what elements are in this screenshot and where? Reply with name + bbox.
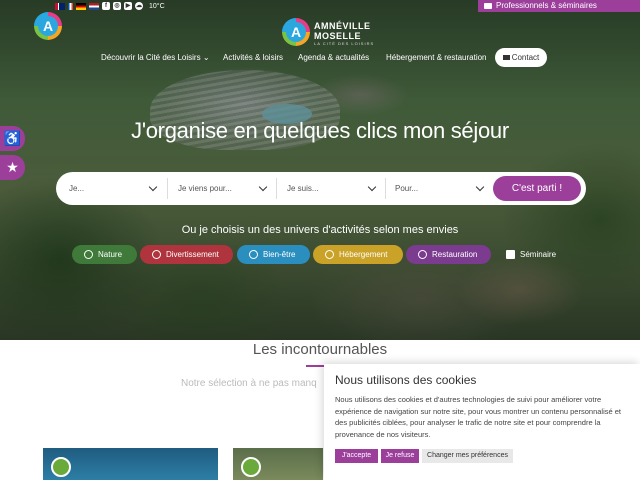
logo-tagline: LA CITÉ DES LOISIRS	[314, 41, 375, 46]
spa-icon	[249, 250, 258, 259]
nav-item-agenda[interactable]: Agenda & actualités	[298, 50, 369, 66]
cookie-accept-button[interactable]: J'accepte	[335, 449, 378, 463]
logo-mark-icon: A	[282, 18, 310, 46]
select-je-placeholder: Je...	[69, 184, 85, 193]
professionals-link[interactable]: Professionnels & séminaires	[478, 0, 640, 12]
select-je-viens-pour-placeholder: Je viens pour...	[178, 184, 232, 193]
section-subtitle: Notre sélection à ne pas manq	[181, 378, 317, 389]
category-label: Divertissement	[166, 250, 219, 259]
cookie-preferences-button[interactable]: Changer mes préférences	[422, 449, 513, 463]
chevron-down-icon	[475, 182, 485, 192]
trip-search-bar: Je... Je viens pour... Je suis... Pour..…	[56, 172, 586, 205]
select-je[interactable]: Je...	[69, 172, 158, 205]
select-je-suis-placeholder: Je suis...	[287, 184, 319, 193]
briefcase-icon	[484, 3, 492, 9]
contact-label: Contact	[511, 53, 540, 62]
highlight-card[interactable]	[43, 448, 218, 480]
leaf-icon	[84, 250, 93, 259]
logo-line1: AMNÉVILLE	[314, 21, 371, 31]
envelope-icon	[502, 55, 510, 60]
category-accommodation-button[interactable]: Hébergement	[313, 245, 403, 264]
top-bar: f ◎ ▶ ☁ 10°C Professionnels & séminaires	[0, 0, 640, 12]
cutlery-icon	[418, 250, 427, 259]
bed-icon	[325, 250, 334, 259]
chevron-down-icon	[148, 182, 158, 192]
select-je-viens-pour[interactable]: Je viens pour...	[178, 172, 268, 205]
hero-headline: J'organise en quelques clics mon séjour	[131, 118, 509, 143]
facebook-icon[interactable]: f	[102, 2, 110, 10]
divider	[167, 178, 168, 199]
select-pour[interactable]: Pour...	[395, 172, 485, 205]
weather-icon: ☁	[135, 2, 143, 10]
flag-fr-icon[interactable]	[68, 2, 73, 10]
category-wellness-button[interactable]: Bien-être	[237, 245, 310, 264]
professionals-label: Professionnels & séminaires	[496, 1, 597, 10]
briefcase-icon	[506, 250, 515, 259]
star-icon: ★	[6, 159, 19, 175]
flag-nl-icon[interactable]	[89, 2, 99, 10]
category-label: Restauration	[432, 250, 478, 259]
category-nature-button[interactable]: Nature	[72, 245, 137, 264]
select-je-suis[interactable]: Je suis...	[287, 172, 377, 205]
highlight-card[interactable]	[233, 448, 323, 480]
cookie-text: Nous utilisons des cookies et d'autres t…	[335, 395, 622, 439]
flag-de-icon[interactable]	[76, 2, 86, 10]
cookie-banner: Nous utilisons des cookies Nous utilison…	[324, 364, 640, 480]
search-submit-button[interactable]: C'est parti !	[493, 176, 581, 201]
hero-subtitle: Ou je choisis un des univers d'activités…	[181, 224, 459, 236]
weather-temperature: 10°C	[149, 2, 165, 10]
favorites-button[interactable]: ★	[0, 155, 25, 180]
nature-badge-icon	[51, 457, 71, 477]
select-pour-placeholder: Pour...	[395, 184, 419, 193]
nav-item-activities[interactable]: Activités & loisirs	[223, 50, 283, 66]
site-logo[interactable]: A AMNÉVILLE MOSELLE LA CITÉ DES LOISIRS	[282, 18, 373, 48]
section-title: Les incontournables	[252, 341, 388, 358]
chevron-down-icon	[367, 182, 377, 192]
category-seminar-button[interactable]: Séminaire	[494, 245, 566, 264]
chevron-down-icon	[258, 182, 268, 192]
nature-badge-icon	[241, 457, 261, 477]
category-label: Séminaire	[520, 250, 557, 259]
category-restaurant-button[interactable]: Restauration	[406, 245, 491, 264]
logo-line2: MOSELLE	[314, 31, 362, 41]
divider	[385, 178, 386, 199]
cookie-refuse-button[interactable]: Je refuse	[381, 449, 419, 463]
logo-mark-icon: A	[34, 12, 62, 40]
ticket-icon	[152, 250, 161, 259]
corner-logo[interactable]: A	[34, 12, 76, 48]
nav-item-accommodation[interactable]: Hébergement & restauration	[386, 50, 487, 66]
contact-button[interactable]: Contact	[495, 48, 547, 67]
language-social-bar: f ◎ ▶ ☁ 10°C	[55, 1, 165, 11]
cookie-title: Nous utilisons des cookies	[335, 373, 477, 387]
flag-en-icon[interactable]	[55, 2, 65, 10]
instagram-icon[interactable]: ◎	[113, 2, 121, 10]
category-label: Bien-être	[263, 250, 296, 259]
divider	[276, 178, 277, 199]
category-label: Hébergement	[339, 250, 388, 259]
nav-item-discover[interactable]: Découvrir la Cité des Loisirs ⌄	[101, 50, 210, 66]
category-label: Nature	[98, 250, 123, 259]
youtube-icon[interactable]: ▶	[124, 2, 132, 10]
category-entertainment-button[interactable]: Divertissement	[140, 245, 233, 264]
